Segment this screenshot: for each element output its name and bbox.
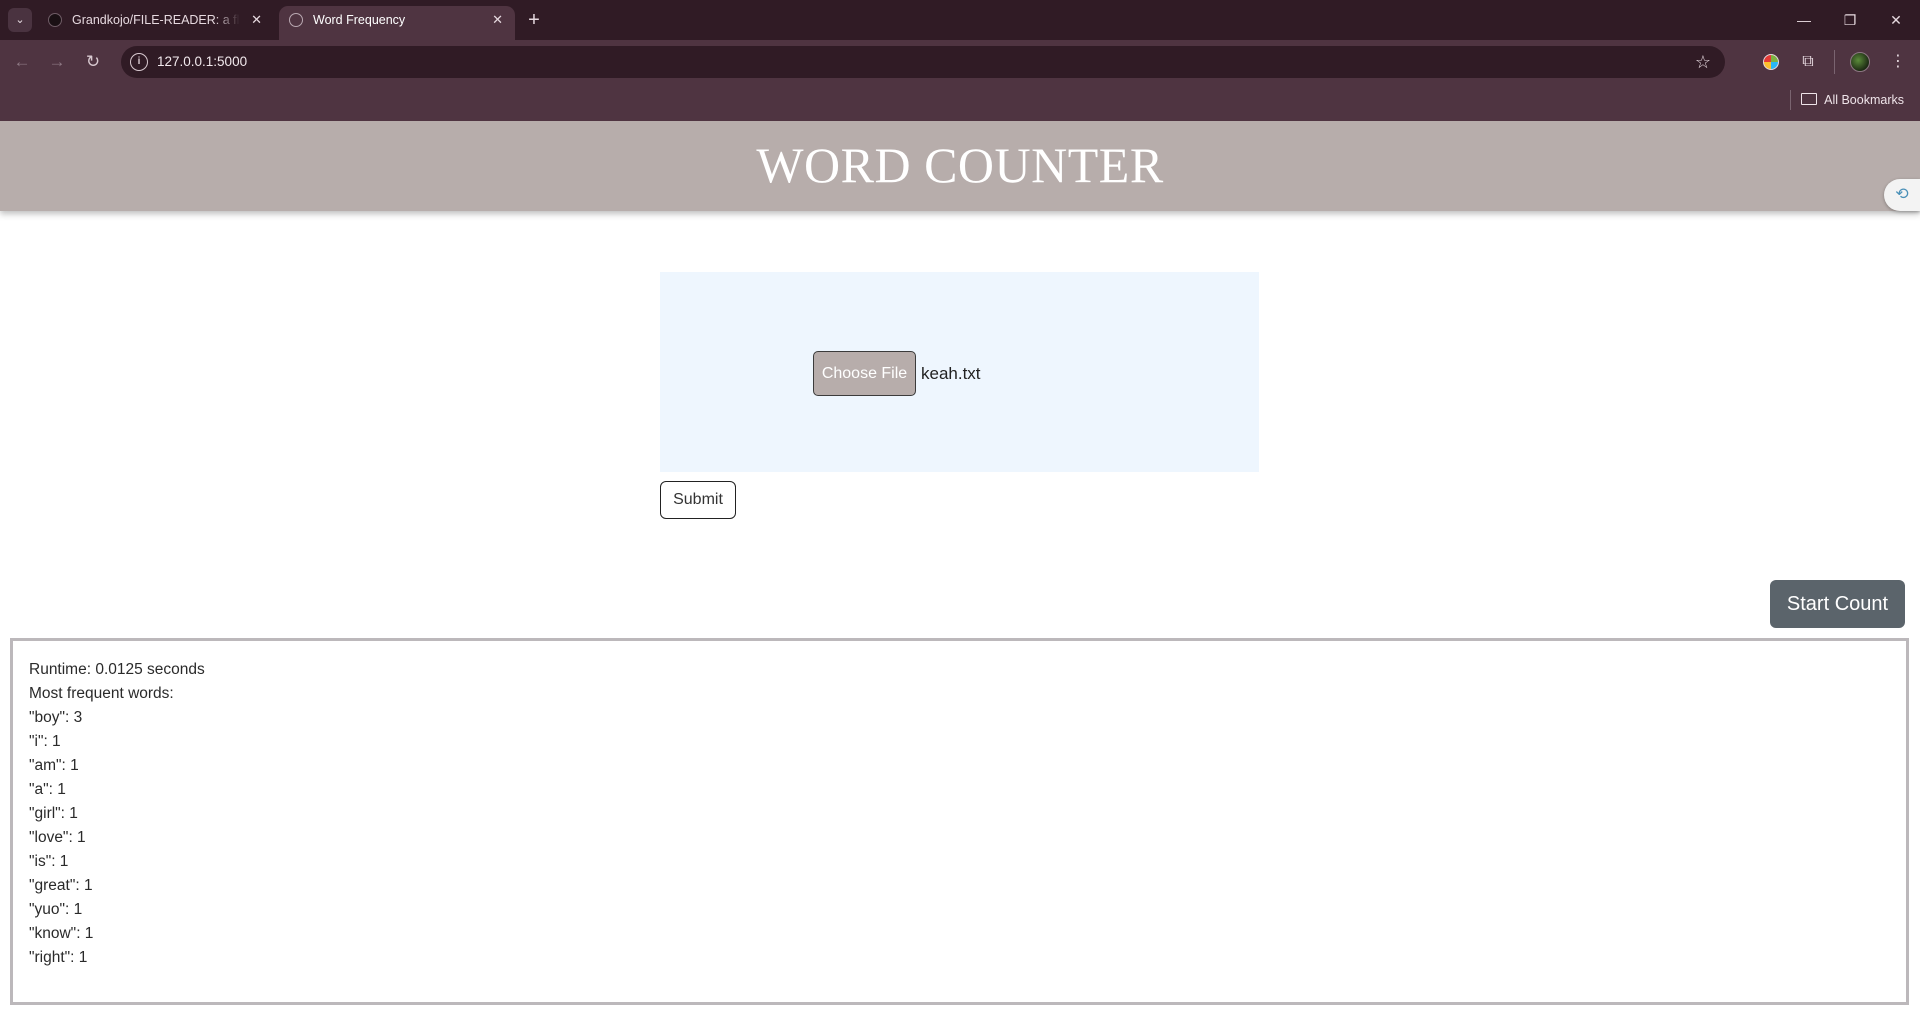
restore-button[interactable]: ❐ xyxy=(1827,0,1873,40)
word-count-item: "great": 1 xyxy=(29,877,93,894)
tab-close-icon[interactable]: ✕ xyxy=(492,6,503,34)
profile-avatar[interactable] xyxy=(1846,48,1874,76)
extensions-puzzle-icon[interactable]: ⧉ xyxy=(1794,48,1822,76)
site-info-icon[interactable]: i xyxy=(130,53,148,71)
tab-title: Grandkojo/FILE-READER: a flask xyxy=(72,13,240,27)
menu-icon[interactable]: ⋮ xyxy=(1884,48,1912,76)
selected-file-name: keah.txt xyxy=(921,364,981,383)
word-count-item: "right": 1 xyxy=(29,949,88,966)
url-text[interactable]: 127.0.0.1:5000 xyxy=(157,46,247,78)
tab-strip: ⌄ Grandkojo/FILE-READER: a flask ✕ Word … xyxy=(0,0,1920,40)
tab-search-button[interactable]: ⌄ xyxy=(8,8,32,32)
all-bookmarks-button[interactable]: All Bookmarks xyxy=(1801,84,1904,116)
tab-word-frequency[interactable]: Word Frequency ✕ xyxy=(279,6,515,40)
minimize-button[interactable]: — xyxy=(1781,0,1827,40)
word-count-item: "yuo": 1 xyxy=(29,901,83,918)
bookmark-star-icon[interactable]: ☆ xyxy=(1695,46,1711,78)
globe-icon xyxy=(289,13,303,27)
tab-github[interactable]: Grandkojo/FILE-READER: a flask ✕ xyxy=(38,6,274,40)
choose-file-button[interactable]: Choose File xyxy=(813,351,916,396)
page-header: WORD COUNTER ⟲ xyxy=(0,121,1920,211)
word-count-item: "a": 1 xyxy=(29,781,66,798)
bookmarks-bar: All Bookmarks xyxy=(0,84,1920,121)
word-count-item: "is": 1 xyxy=(29,853,69,870)
reload-button[interactable]: ↻ xyxy=(79,48,107,76)
word-count-item: "boy": 3 xyxy=(29,709,83,726)
folder-icon xyxy=(1801,93,1818,105)
word-count-item: "know": 1 xyxy=(29,925,94,942)
word-count-item: "am": 1 xyxy=(29,757,79,774)
avatar-icon xyxy=(1850,52,1870,72)
tab-title: Word Frequency xyxy=(313,13,406,27)
submit-button[interactable]: Submit xyxy=(660,481,736,519)
github-icon xyxy=(48,13,62,27)
results-heading: Most frequent words: xyxy=(29,685,174,702)
browser-toolbar: ← → ↻ i 127.0.0.1:5000 ☆ ⧉ ⋮ xyxy=(0,40,1920,84)
toolbar-divider xyxy=(1834,50,1835,74)
start-count-button[interactable]: Start Count xyxy=(1770,580,1905,628)
word-count-item: "love": 1 xyxy=(29,829,86,846)
window-close-button[interactable]: ✕ xyxy=(1873,0,1919,40)
new-tab-button[interactable]: + xyxy=(520,6,548,34)
page-viewport: WORD COUNTER ⟲ Choose File keah.txt Subm… xyxy=(0,121,1920,1033)
all-bookmarks-label: All Bookmarks xyxy=(1824,93,1904,107)
forward-button[interactable]: → xyxy=(43,48,71,76)
word-count-item: "girl": 1 xyxy=(29,805,78,822)
back-button[interactable]: ← xyxy=(8,48,36,76)
file-upload-area: Choose File keah.txt xyxy=(660,272,1259,472)
bookmarks-divider xyxy=(1790,90,1791,110)
address-bar[interactable]: i 127.0.0.1:5000 ☆ xyxy=(121,46,1725,78)
floating-widget-icon[interactable]: ⟲ xyxy=(1884,179,1920,211)
extension-icon[interactable] xyxy=(1757,48,1785,76)
word-count-item: "i": 1 xyxy=(29,733,61,750)
runtime-text: Runtime: 0.0125 seconds xyxy=(29,661,205,678)
results-panel: Runtime: 0.0125 seconds Most frequent wo… xyxy=(10,638,1909,1005)
extension-logo-icon xyxy=(1763,54,1779,70)
tab-close-icon[interactable]: ✕ xyxy=(251,6,262,34)
page-title: WORD COUNTER xyxy=(756,137,1164,193)
